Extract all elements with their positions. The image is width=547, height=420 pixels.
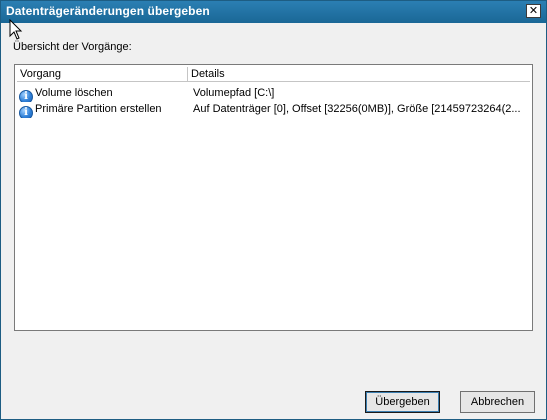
list-item[interactable]: i Primäre Partition erstellen Auf Datentr… xyxy=(17,101,530,118)
submit-button[interactable]: Übergeben xyxy=(365,391,440,413)
operation-cell: i Volume löschen xyxy=(19,85,189,102)
details-cell: Auf Datenträger [0], Offset [32256(0MB)]… xyxy=(193,103,521,115)
cancel-button[interactable]: Abbrechen xyxy=(460,391,535,413)
close-icon: ✕ xyxy=(528,4,539,17)
dialog-window: Datenträgeränderungen übergeben ✕ Übersi… xyxy=(0,0,547,420)
title-bar[interactable]: Datenträgeränderungen übergeben ✕ xyxy=(1,1,546,23)
overview-label: Übersicht der Vorgänge: xyxy=(13,41,132,53)
operation-label: Primäre Partition erstellen xyxy=(35,103,162,115)
operation-label: Volume löschen xyxy=(35,87,113,99)
window-title: Datenträgeränderungen übergeben xyxy=(6,4,210,18)
column-header-details[interactable]: Details xyxy=(188,67,533,82)
operation-cell: i Primäre Partition erstellen xyxy=(19,101,189,118)
details-cell: Volumepfad [C:\] xyxy=(193,87,275,99)
column-header-operation[interactable]: Vorgang xyxy=(17,67,188,82)
list-header: Vorgang Details xyxy=(17,67,530,82)
operations-list[interactable]: Vorgang Details i Volume löschen Volumepf… xyxy=(14,64,533,331)
close-button[interactable]: ✕ xyxy=(526,4,541,18)
list-item[interactable]: i Volume löschen Volumepfad [C:\] xyxy=(17,85,530,102)
info-icon: i xyxy=(19,106,33,118)
mouse-cursor-icon xyxy=(9,19,23,40)
